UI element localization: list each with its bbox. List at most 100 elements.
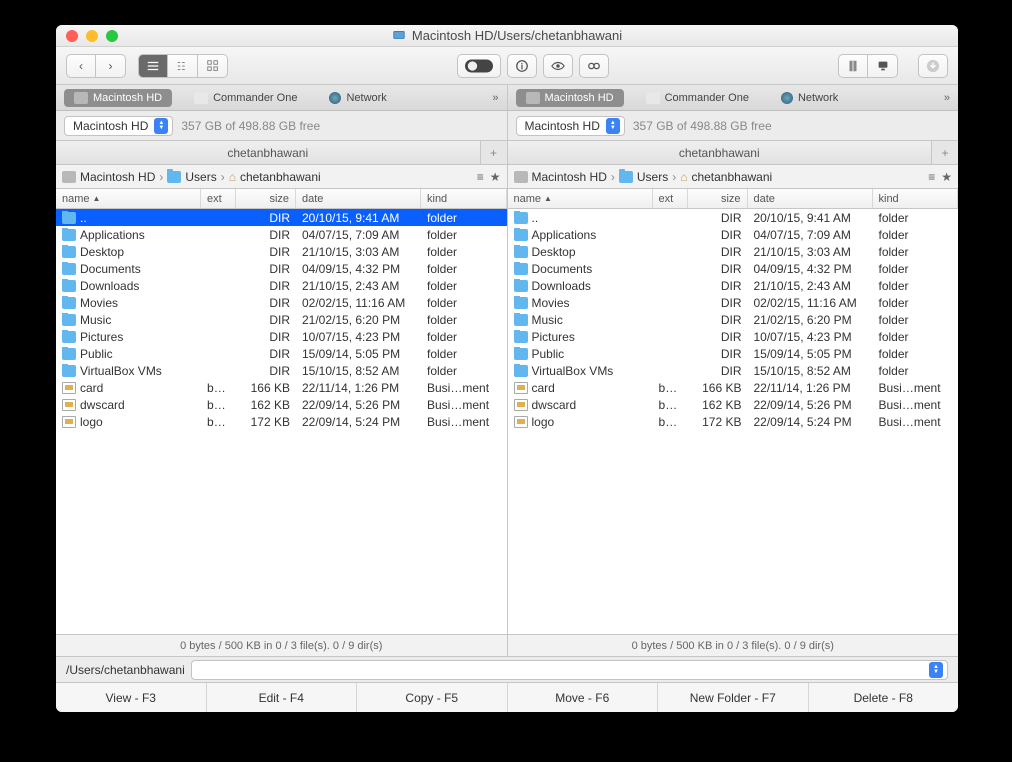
file-date: 22/09/14, 5:24 PM <box>296 415 421 429</box>
file-row[interactable]: ApplicationsDIR04/07/15, 7:09 AMfolder <box>508 226 959 243</box>
file-row[interactable]: PublicDIR15/09/14, 5:05 PMfolder <box>56 345 507 362</box>
header-date[interactable]: date <box>748 189 873 208</box>
toggle-hidden-button[interactable] <box>457 54 501 78</box>
file-date: 04/09/15, 4:32 PM <box>748 262 873 276</box>
file-kind: folder <box>873 279 959 293</box>
fkey-move[interactable]: Move - F6 <box>508 683 659 712</box>
file-row[interactable]: DocumentsDIR04/09/15, 4:32 PMfolder <box>508 260 959 277</box>
file-row[interactable]: DesktopDIR21/10/15, 3:03 AMfolder <box>56 243 507 260</box>
breadcrumb-current[interactable]: chetanbhawani <box>691 170 772 184</box>
fkey-newfolder[interactable]: New Folder - F7 <box>658 683 809 712</box>
view-list-button[interactable] <box>138 54 168 78</box>
breadcrumb-root[interactable]: Macintosh HD <box>532 170 607 184</box>
header-kind[interactable]: kind <box>421 189 507 208</box>
fkey-edit[interactable]: Edit - F4 <box>207 683 358 712</box>
header-ext[interactable]: ext <box>653 189 688 208</box>
file-list-left[interactable]: ..DIR20/10/15, 9:41 AMfolderApplications… <box>56 209 507 634</box>
fkey-view[interactable]: View - F3 <box>56 683 207 712</box>
fkey-delete[interactable]: Delete - F8 <box>809 683 959 712</box>
file-row[interactable]: logobc…172 KB22/09/14, 5:24 PMBusi…ment <box>56 413 507 430</box>
file-row[interactable]: DownloadsDIR21/10/15, 2:43 AMfolder <box>508 277 959 294</box>
file-row[interactable]: VirtualBox VMsDIR15/10/15, 8:52 AMfolder <box>508 362 959 379</box>
file-kind: folder <box>421 245 507 259</box>
drive-tab-network-left[interactable]: Network <box>319 89 396 107</box>
file-date: 22/11/14, 1:26 PM <box>748 381 873 395</box>
pane-tab-right[interactable]: chetanbhawani <box>508 141 933 164</box>
dropdown-arrows-icon: ▲▼ <box>929 662 943 678</box>
add-tab-left[interactable]: + <box>481 141 507 164</box>
file-row[interactable]: MoviesDIR02/02/15, 11:16 AMfolder <box>56 294 507 311</box>
breadcrumb-root[interactable]: Macintosh HD <box>80 170 155 184</box>
drive-tab-commander-right[interactable]: Commander One <box>636 89 759 107</box>
file-row[interactable]: ..DIR20/10/15, 9:41 AMfolder <box>56 209 507 226</box>
drive-tab-macintosh-right[interactable]: Macintosh HD <box>516 89 624 107</box>
file-row[interactable]: MusicDIR21/02/15, 6:20 PMfolder <box>508 311 959 328</box>
info-button[interactable]: i <box>507 54 537 78</box>
fkey-copy[interactable]: Copy - F5 <box>357 683 508 712</box>
favorite-icon[interactable]: ★ <box>490 170 501 184</box>
file-date: 04/07/15, 7:09 AM <box>748 228 873 242</box>
file-row[interactable]: PublicDIR15/09/14, 5:05 PMfolder <box>508 345 959 362</box>
file-row[interactable]: ApplicationsDIR04/07/15, 7:09 AMfolder <box>56 226 507 243</box>
file-size: DIR <box>236 347 296 361</box>
file-row[interactable]: VirtualBox VMsDIR15/10/15, 8:52 AMfolder <box>56 362 507 379</box>
view-icons-button[interactable] <box>198 54 228 78</box>
history-icon[interactable]: ≡ <box>477 170 484 184</box>
path-input[interactable]: ▲▼ <box>191 660 948 680</box>
header-date[interactable]: date <box>296 189 421 208</box>
file-list-right[interactable]: ..DIR20/10/15, 9:41 AMfolderApplications… <box>508 209 959 634</box>
header-ext[interactable]: ext <box>201 189 236 208</box>
drive-tab-commander-left[interactable]: Commander One <box>184 89 307 107</box>
minimize-window-button[interactable] <box>86 30 98 42</box>
file-row[interactable]: ..DIR20/10/15, 9:41 AMfolder <box>508 209 959 226</box>
volume-dropdown-left[interactable]: Macintosh HD ▲▼ <box>64 116 173 136</box>
favorite-icon[interactable]: ★ <box>941 170 952 184</box>
file-row[interactable]: MoviesDIR02/02/15, 11:16 AMfolder <box>508 294 959 311</box>
file-row[interactable]: dwscardbc…162 KB22/09/14, 5:26 PMBusi…me… <box>508 396 959 413</box>
home-icon: ⌂ <box>229 170 236 184</box>
search-button[interactable] <box>579 54 609 78</box>
nav-back-button[interactable]: ‹ <box>66 54 96 78</box>
nav-forward-button[interactable]: › <box>96 54 126 78</box>
file-row[interactable]: dwscardbc…162 KB22/09/14, 5:26 PMBusi…me… <box>56 396 507 413</box>
breadcrumb-users[interactable]: Users <box>185 170 216 184</box>
maximize-window-button[interactable] <box>106 30 118 42</box>
overflow-chevron-icon[interactable]: » <box>492 92 498 104</box>
file-date: 21/10/15, 2:43 AM <box>296 279 421 293</box>
header-name[interactable]: name▲ <box>56 189 201 208</box>
header-name[interactable]: name▲ <box>508 189 653 208</box>
breadcrumb-current[interactable]: chetanbhawani <box>240 170 321 184</box>
file-row[interactable]: DownloadsDIR21/10/15, 2:43 AMfolder <box>56 277 507 294</box>
file-row[interactable]: logobc…172 KB22/09/14, 5:24 PMBusi…ment <box>508 413 959 430</box>
header-kind[interactable]: kind <box>873 189 959 208</box>
view-columns-button[interactable] <box>168 54 198 78</box>
overflow-chevron-icon[interactable]: » <box>944 92 950 104</box>
add-tab-right[interactable]: + <box>932 141 958 164</box>
file-row[interactable]: MusicDIR21/02/15, 6:20 PMfolder <box>56 311 507 328</box>
file-row[interactable]: PicturesDIR10/07/15, 4:23 PMfolder <box>508 328 959 345</box>
file-row[interactable]: PicturesDIR10/07/15, 4:23 PMfolder <box>56 328 507 345</box>
breadcrumb-users[interactable]: Users <box>637 170 668 184</box>
download-button[interactable] <box>918 54 948 78</box>
file-row[interactable]: cardbc…166 KB22/11/14, 1:26 PMBusi…ment <box>508 379 959 396</box>
pane-tab-left[interactable]: chetanbhawani <box>56 141 481 164</box>
file-date: 21/10/15, 3:03 AM <box>748 245 873 259</box>
file-date: 10/07/15, 4:23 PM <box>296 330 421 344</box>
connect-button[interactable] <box>868 54 898 78</box>
status-left: 0 bytes / 500 KB in 0 / 3 file(s). 0 / 9… <box>56 635 507 656</box>
preview-button[interactable] <box>543 54 573 78</box>
file-kind: Busi…ment <box>421 381 507 395</box>
file-row[interactable]: cardbc…166 KB22/11/14, 1:26 PMBusi…ment <box>56 379 507 396</box>
folder-icon <box>514 246 528 258</box>
drive-tab-macintosh-left[interactable]: Macintosh HD <box>64 89 172 107</box>
file-date: 20/10/15, 9:41 AM <box>748 211 873 225</box>
close-window-button[interactable] <box>66 30 78 42</box>
header-size[interactable]: size <box>236 189 296 208</box>
file-row[interactable]: DocumentsDIR04/09/15, 4:32 PMfolder <box>56 260 507 277</box>
volume-dropdown-right[interactable]: Macintosh HD ▲▼ <box>516 116 625 136</box>
header-size[interactable]: size <box>688 189 748 208</box>
archive-button[interactable] <box>838 54 868 78</box>
drive-tab-network-right[interactable]: Network <box>771 89 848 107</box>
file-row[interactable]: DesktopDIR21/10/15, 3:03 AMfolder <box>508 243 959 260</box>
history-icon[interactable]: ≡ <box>928 170 935 184</box>
